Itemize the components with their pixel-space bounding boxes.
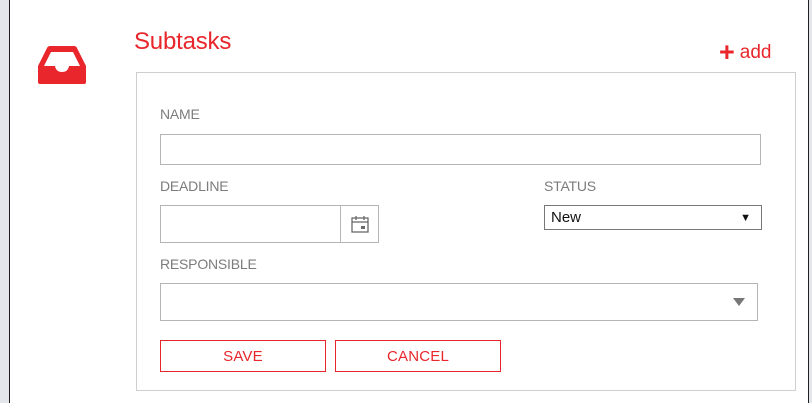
status-selected-value: New bbox=[551, 209, 582, 226]
date-picker-button[interactable] bbox=[340, 205, 379, 243]
status-label: STATUS bbox=[544, 178, 596, 194]
add-label: add bbox=[739, 42, 772, 63]
calendar-icon bbox=[350, 216, 369, 233]
responsible-select[interactable] bbox=[160, 283, 758, 321]
name-input[interactable] bbox=[160, 134, 761, 165]
inbox-tray-icon bbox=[38, 46, 86, 84]
chevron-down-icon: ▼ bbox=[740, 211, 751, 224]
responsible-label: RESPONSIBLE bbox=[160, 256, 257, 272]
add-subtask-link[interactable]: + add bbox=[719, 37, 772, 67]
plus-icon: + bbox=[719, 37, 735, 67]
save-button[interactable]: SAVE bbox=[160, 340, 326, 372]
deadline-label: DEADLINE bbox=[160, 178, 229, 194]
status-select[interactable]: New ▼ bbox=[544, 205, 762, 230]
deadline-input[interactable] bbox=[160, 205, 341, 243]
chevron-down-icon bbox=[733, 298, 745, 306]
name-label: NAME bbox=[160, 106, 200, 122]
subtasks-panel: Subtasks + add NAME DEADLINE STATUS New … bbox=[9, 0, 809, 403]
section-title: Subtasks bbox=[134, 28, 232, 55]
cancel-button[interactable]: CANCEL bbox=[335, 340, 501, 372]
